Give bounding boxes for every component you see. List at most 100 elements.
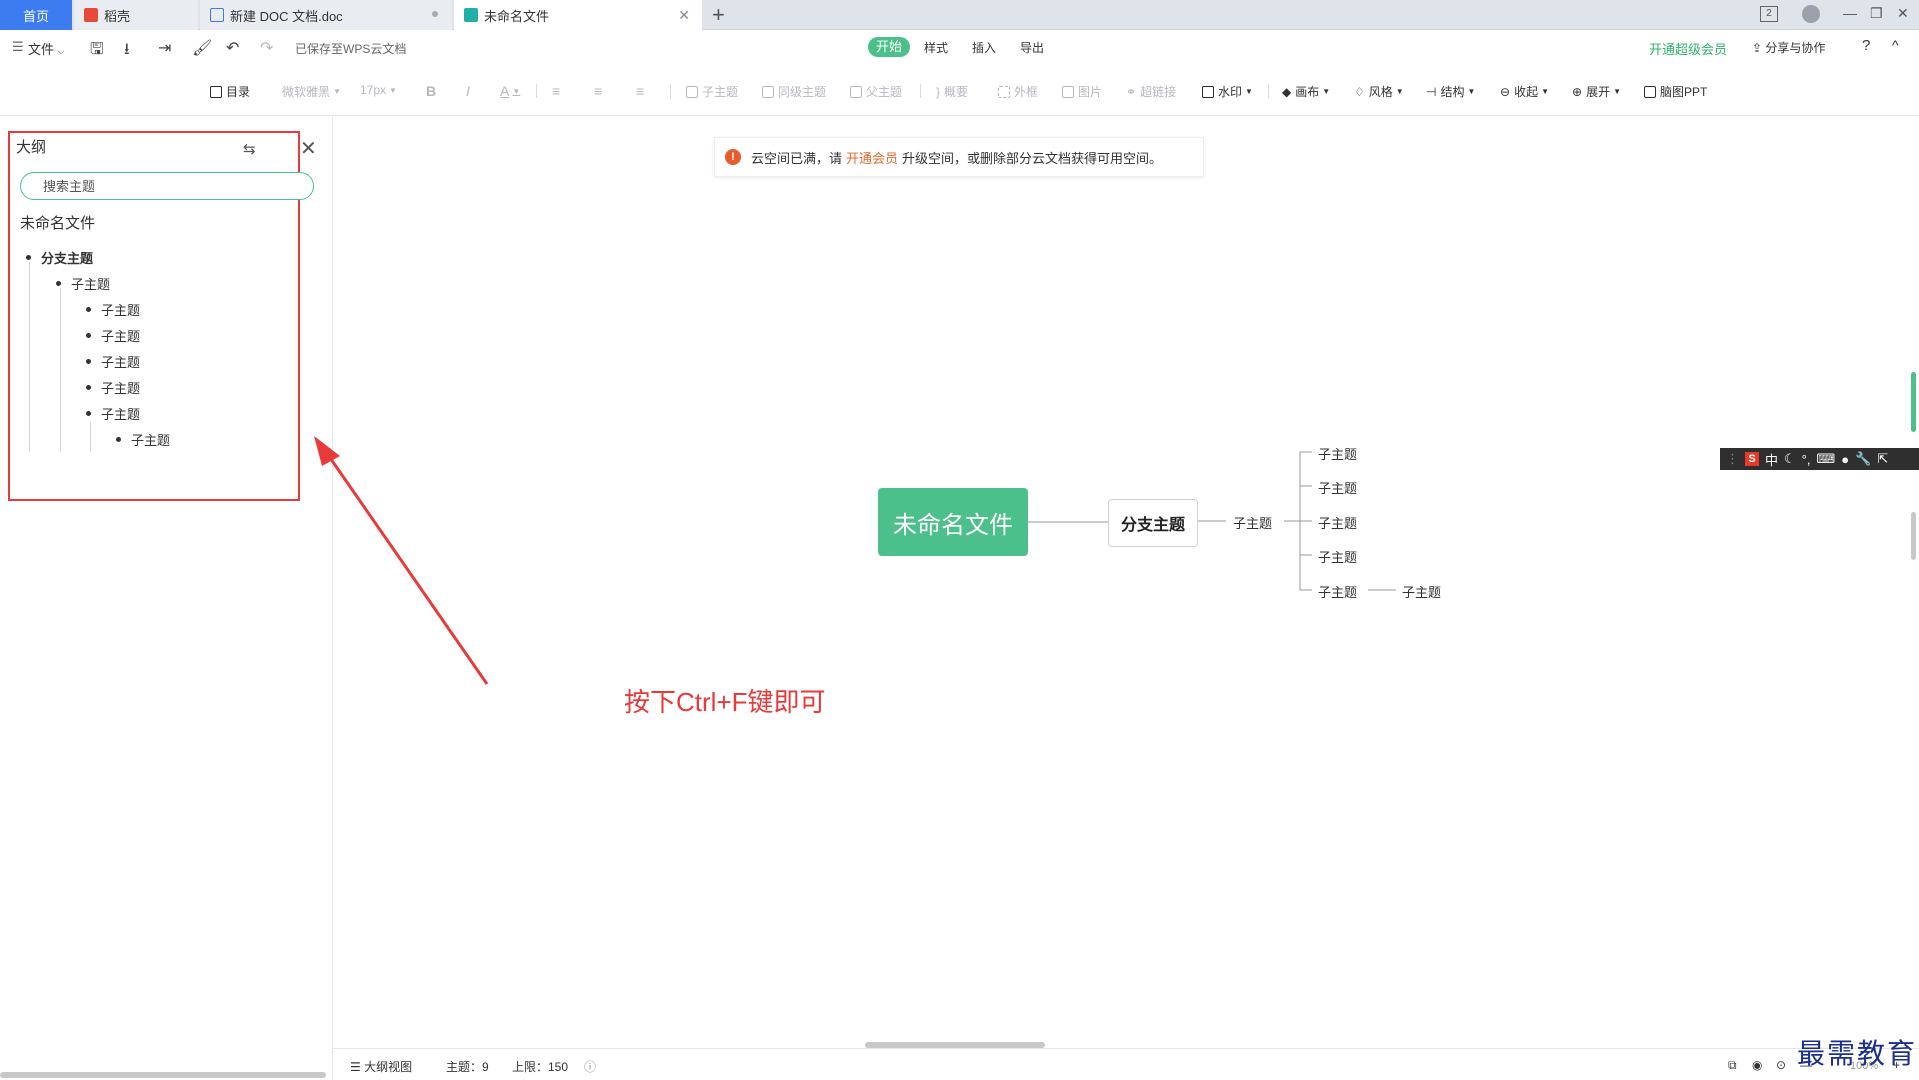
style-button[interactable]: ♢ 风格 ▼ <box>1354 83 1404 100</box>
locate-icon[interactable]: ⊙ <box>1776 1058 1786 1072</box>
subtopic-node[interactable]: 子主题 <box>1318 582 1357 601</box>
menu-tab-export[interactable]: 导出 <box>1020 39 1044 56</box>
vip-link-notice[interactable]: 开通会员 <box>846 148 898 167</box>
undo-icon[interactable]: ↶ <box>226 38 239 58</box>
outline-item-branch[interactable]: 分支主题 <box>26 248 93 267</box>
paint-bucket-icon: ◆ <box>1282 84 1292 99</box>
window-count-badge[interactable]: 2 <box>1760 6 1778 22</box>
toc-button[interactable]: 目录 <box>210 83 250 100</box>
parent-topic-button[interactable]: 父主题 <box>850 83 902 100</box>
wrench-icon[interactable]: 🔧 <box>1855 451 1871 467</box>
subtopic-node[interactable]: 子主题 <box>1318 513 1357 532</box>
align-left-icon[interactable]: ≡ <box>552 83 560 99</box>
menu-tab-insert[interactable]: 插入 <box>972 39 996 56</box>
outline-root[interactable]: 未命名文件 <box>20 212 95 233</box>
cloud-space-notice: ! 云空间已满，请 开通会员 升级空间，或删除部分云文档获得可用空间。 <box>714 137 1204 177</box>
ime-toolbar[interactable]: ⋮ S 中 ☾ °, ⌨ ● 🔧 ⇱ <box>1720 448 1919 470</box>
share-icon: ⇪ <box>1752 41 1763 55</box>
subtopic-node[interactable]: 子主题 <box>1318 444 1357 463</box>
image-button[interactable]: 图片 <box>1062 83 1102 100</box>
boundary-button[interactable]: 外框 <box>998 83 1038 100</box>
moon-icon[interactable]: ☾ <box>1784 451 1796 467</box>
punctuation-icon[interactable]: °, <box>1802 452 1811 467</box>
fit-icon[interactable]: ⧉ <box>1728 1058 1737 1073</box>
status-bar <box>333 1048 1919 1080</box>
italic-button[interactable]: I <box>466 83 470 99</box>
mindmap-icon <box>464 8 478 22</box>
download-icon[interactable]: ⭳ <box>124 38 130 65</box>
subtopic-node[interactable]: 子主题 <box>1318 547 1357 566</box>
list-icon: ☰ <box>350 1060 361 1074</box>
align-right-icon[interactable]: ≡ <box>636 83 644 99</box>
horizontal-scrollbar[interactable] <box>865 1042 1045 1048</box>
boundary-icon <box>998 85 1010 98</box>
tab-mindmap[interactable]: 未命名文件 ✕ <box>454 0 702 30</box>
canvas-button[interactable]: ◆ 画布 ▼ <box>1282 83 1330 100</box>
restore-button[interactable]: ❐ <box>1870 5 1883 22</box>
panel-scrollbar[interactable] <box>0 1072 326 1078</box>
font-color-button[interactable]: A ▼ <box>500 83 520 99</box>
outline-item[interactable]: 子主题 <box>56 274 110 293</box>
branch-topic-node[interactable]: 分支主题 <box>1108 499 1198 547</box>
menu-tab-start[interactable]: 开始 <box>868 37 910 57</box>
help-button[interactable]: ? <box>1862 37 1870 54</box>
collapse-button[interactable]: ⊖ 收起 ▼ <box>1500 83 1549 100</box>
watermark-button[interactable]: 水印 ▼ <box>1202 83 1253 100</box>
popout-icon[interactable]: ⇱ <box>1877 451 1888 467</box>
outline-item[interactable]: 子主题 <box>86 378 140 397</box>
collapse-ribbon-button[interactable]: ^ <box>1892 37 1899 53</box>
avatar[interactable] <box>1802 5 1820 23</box>
menu-icon[interactable]: ☰ <box>12 39 24 55</box>
swap-icon[interactable]: ⇆ <box>243 140 256 158</box>
redo-icon[interactable]: ↷ <box>260 38 273 58</box>
subtopic-node[interactable]: 子主题 <box>1233 513 1272 532</box>
summary-icon: } <box>936 84 941 99</box>
outline-item[interactable]: 子主题 <box>86 326 140 345</box>
user-icon[interactable]: ● <box>1841 452 1849 467</box>
font-select[interactable]: 微软雅黑 ▼ <box>282 83 341 100</box>
minimize-button[interactable]: — <box>1843 5 1857 21</box>
close-outline-icon[interactable]: ✕ <box>300 136 317 161</box>
root-topic-node[interactable]: 未命名文件 <box>878 488 1028 556</box>
ime-mode[interactable]: 中 <box>1765 450 1778 469</box>
save-status: 已保存至WPS云文档 <box>295 42 407 56</box>
keyboard-icon[interactable]: ⌨ <box>1816 451 1835 467</box>
hyperlink-button[interactable]: ⚭ 超链接 <box>1126 83 1176 100</box>
align-center-icon[interactable]: ≡ <box>594 83 602 99</box>
share-button[interactable]: ⇪ 分享与协作 <box>1752 39 1825 56</box>
tab-home[interactable]: 首页 <box>0 0 72 30</box>
font-size-select[interactable]: 17px ▼ <box>360 83 397 97</box>
help-circle-icon[interactable]: ⓘ <box>584 1058 596 1075</box>
outline-item[interactable]: 子主题 <box>86 352 140 371</box>
toolbar: 目录 微软雅黑 ▼ 17px ▼ B I A ▼ ≡ ≡ ≡ 子主题 同级主题 父主题… <box>0 64 1919 116</box>
bold-button[interactable]: B <box>426 83 436 99</box>
format-painter-icon[interactable]: 🖌 <box>192 38 212 58</box>
outline-item[interactable]: 子主题 <box>116 430 170 449</box>
outline-title: 大纲 <box>16 139 47 156</box>
vertical-scrollbar[interactable] <box>1911 512 1916 560</box>
child-topic-button[interactable]: 子主题 <box>686 83 738 100</box>
right-scroll-indicator[interactable] <box>1911 372 1916 432</box>
outline-item[interactable]: 子主题 <box>86 404 140 423</box>
outline-item[interactable]: 子主题 <box>86 300 140 319</box>
summary-button[interactable]: } 概要 <box>936 83 968 100</box>
outline-view-button[interactable]: ☰ 大纲视图 <box>350 1058 412 1075</box>
close-tab-icon[interactable]: ✕ <box>678 7 690 24</box>
subtopic-node[interactable]: 子主题 <box>1402 582 1441 601</box>
new-tab-button[interactable]: + <box>712 2 725 28</box>
mindmap-ppt-button[interactable]: 脑图PPT <box>1644 83 1707 100</box>
export-icon[interactable]: ⇥ <box>158 38 171 58</box>
file-menu[interactable]: 文件 ⌵ <box>28 39 64 58</box>
eye-icon[interactable]: ◉ <box>1752 1058 1762 1072</box>
subtopic-node[interactable]: 子主题 <box>1318 478 1357 497</box>
close-window-button[interactable]: ✕ <box>1897 5 1909 22</box>
tab-daoke[interactable]: 稻壳 <box>74 0 198 30</box>
structure-button[interactable]: ⊣ 结构 ▼ <box>1426 83 1475 100</box>
save-icon[interactable]: 🖫 <box>90 38 104 65</box>
menu-tab-style[interactable]: 样式 <box>924 39 948 56</box>
tab-doc[interactable]: 新建 DOC 文档.doc <box>200 0 452 30</box>
sibling-topic-button[interactable]: 同级主题 <box>762 83 826 100</box>
expand-button[interactable]: ⊕ 展开 ▼ <box>1572 83 1621 100</box>
vip-link[interactable]: 开通超级会员 <box>1649 39 1727 58</box>
search-input[interactable] <box>20 172 314 200</box>
